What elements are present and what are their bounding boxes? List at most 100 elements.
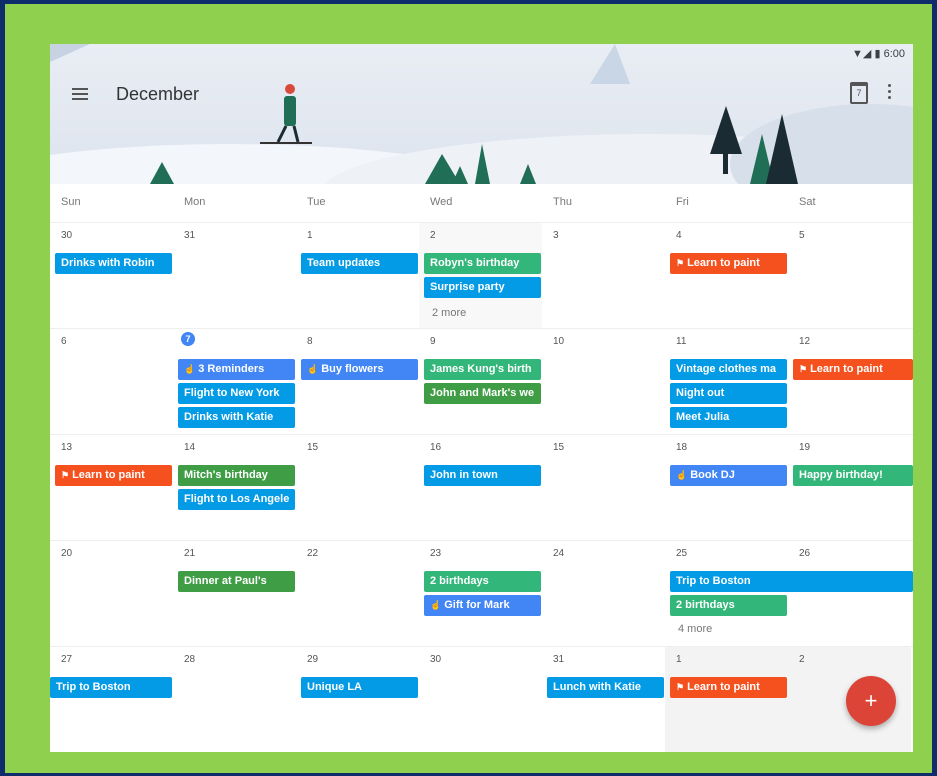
event-chip[interactable]: John and Mark's we <box>424 383 541 404</box>
event-chip[interactable]: John in town <box>424 465 541 486</box>
day-cell[interactable]: 19 <box>788 435 911 541</box>
day-cell[interactable]: 3 <box>542 223 665 329</box>
event-chip[interactable]: Night out <box>670 383 787 404</box>
event-chip-task[interactable]: ⚑ Learn to paint <box>670 253 787 274</box>
day-cell[interactable]: 26 <box>788 541 911 647</box>
event-chip[interactable]: Mitch's birthday <box>178 465 295 486</box>
event-chip-reminder[interactable]: ☝ Buy flowers <box>301 359 418 380</box>
event-chip[interactable]: Robyn's birthday <box>424 253 541 274</box>
day-cell[interactable]: 31 <box>173 223 296 329</box>
winter-scenery-illustration <box>50 44 913 184</box>
day-number: 13 <box>61 442 73 453</box>
day-cell[interactable]: 30 <box>50 223 173 329</box>
event-chip[interactable]: Dinner at Paul's <box>178 571 295 592</box>
day-cell[interactable]: 31 <box>542 647 665 752</box>
day-number: 30 <box>430 654 442 665</box>
more-events-link[interactable]: 2 more <box>432 307 466 319</box>
day-number: 29 <box>307 654 319 665</box>
event-chip[interactable]: Drinks with Katie <box>178 407 295 428</box>
event-chip-reminder[interactable]: ☝ 3 Reminders <box>178 359 295 380</box>
event-chip[interactable]: Vintage clothes ma <box>670 359 787 380</box>
event-chip-multiday[interactable]: Trip to Boston <box>670 571 913 592</box>
day-number: 3 <box>553 230 559 241</box>
event-label: Learn to paint <box>687 257 760 269</box>
event-chip[interactable]: 2 birthdays <box>424 571 541 592</box>
weekday-header: Sun Mon Tue Wed Thu Fri Sat <box>50 184 913 222</box>
event-chip[interactable]: Surprise party <box>424 277 541 298</box>
day-number: 12 <box>799 336 811 347</box>
weekday-tue: Tue <box>307 196 326 208</box>
more-vert-icon[interactable] <box>888 84 892 102</box>
day-cell[interactable]: 29 <box>296 647 419 752</box>
day-number: 20 <box>61 548 73 559</box>
day-cell[interactable]: 24 <box>542 541 665 647</box>
month-title: December <box>116 84 200 104</box>
day-number: 27 <box>61 654 73 665</box>
event-chip[interactable]: Meet Julia <box>670 407 787 428</box>
event-chip[interactable]: Lunch with Katie <box>547 677 664 698</box>
day-number: 15 <box>553 442 565 453</box>
event-label: Learn to paint <box>687 681 760 693</box>
day-number: 15 <box>307 442 319 453</box>
day-cell[interactable]: 22 <box>296 541 419 647</box>
day-number: 25 <box>676 548 688 559</box>
today-indicator: 7 <box>181 332 195 346</box>
day-cell[interactable]: 14 <box>173 435 296 541</box>
event-chip-reminder[interactable]: ☝ Gift for Mark <box>424 595 541 616</box>
day-cell[interactable]: 15 <box>296 435 419 541</box>
day-cell[interactable]: 13 <box>50 435 173 541</box>
day-number: 23 <box>430 548 442 559</box>
day-cell[interactable]: 16 <box>419 435 542 541</box>
day-cell[interactable]: 1 <box>296 223 419 329</box>
day-cell[interactable]: 8 <box>296 329 419 435</box>
day-cell[interactable]: 9 <box>419 329 542 435</box>
day-cell[interactable]: 6 <box>50 329 173 435</box>
day-number: 28 <box>184 654 196 665</box>
more-events-link[interactable]: 4 more <box>678 623 712 635</box>
day-cell[interactable]: 15 <box>542 435 665 541</box>
event-chip-task[interactable]: ⚑ Learn to paint <box>793 359 913 380</box>
event-chip[interactable]: Unique LA <box>301 677 418 698</box>
week-row: 27 28 29 30 31 1 2 Trip to Boston Unique… <box>50 646 913 752</box>
day-cell[interactable]: 21 <box>173 541 296 647</box>
day-cell[interactable]: 27 <box>50 647 173 752</box>
event-chip[interactable]: Happy birthday! <box>793 465 913 486</box>
event-chip[interactable]: Flight to New York <box>178 383 295 404</box>
event-label: Gift for Mark <box>444 599 510 611</box>
today-calendar-icon[interactable]: 7 <box>850 82 868 104</box>
event-chip-reminder[interactable]: ☝ Book DJ <box>670 465 787 486</box>
add-event-button[interactable]: + <box>846 676 896 726</box>
event-chip[interactable]: Team updates <box>301 253 418 274</box>
event-chip-task[interactable]: ⚑ Learn to paint <box>670 677 787 698</box>
day-number: 14 <box>184 442 196 453</box>
event-chip[interactable]: Flight to Los Angele <box>178 489 295 510</box>
day-number: 18 <box>676 442 688 453</box>
reminder-icon: ☝ <box>184 364 196 374</box>
day-number: 2 <box>799 654 805 665</box>
day-cell[interactable]: 28 <box>173 647 296 752</box>
day-cell[interactable]: 4 <box>665 223 788 329</box>
day-cell[interactable]: 23 <box>419 541 542 647</box>
day-number: 8 <box>307 336 313 347</box>
day-cell[interactable]: 12 <box>788 329 911 435</box>
event-chip[interactable]: Drinks with Robin <box>55 253 172 274</box>
event-chip[interactable]: James Kung's birth <box>424 359 541 380</box>
day-cell[interactable]: 10 <box>542 329 665 435</box>
day-cell[interactable]: 20 <box>50 541 173 647</box>
day-cell[interactable]: 5 <box>788 223 911 329</box>
day-cell[interactable]: 1 <box>665 647 788 752</box>
event-label: Buy flowers <box>321 363 384 375</box>
app-header: ▼◢ ▮ 6:00 December 7 <box>50 44 913 184</box>
day-cell[interactable]: 18 <box>665 435 788 541</box>
reminder-icon: ☝ <box>430 600 442 610</box>
event-chip[interactable]: 2 birthdays <box>670 595 787 616</box>
event-label: Learn to paint <box>810 363 883 375</box>
week-row: 30 31 1 2 3 4 5 Drinks with Robin Team u… <box>50 222 913 329</box>
signal-icons: ▼◢ ▮ <box>852 48 881 60</box>
event-chip-task[interactable]: ⚑ Learn to paint <box>55 465 172 486</box>
event-label: Learn to paint <box>72 469 145 481</box>
day-cell[interactable]: 30 <box>419 647 542 752</box>
event-chip-multiday[interactable]: Trip to Boston <box>50 677 172 698</box>
menu-icon[interactable] <box>72 88 88 100</box>
day-number: 22 <box>307 548 319 559</box>
